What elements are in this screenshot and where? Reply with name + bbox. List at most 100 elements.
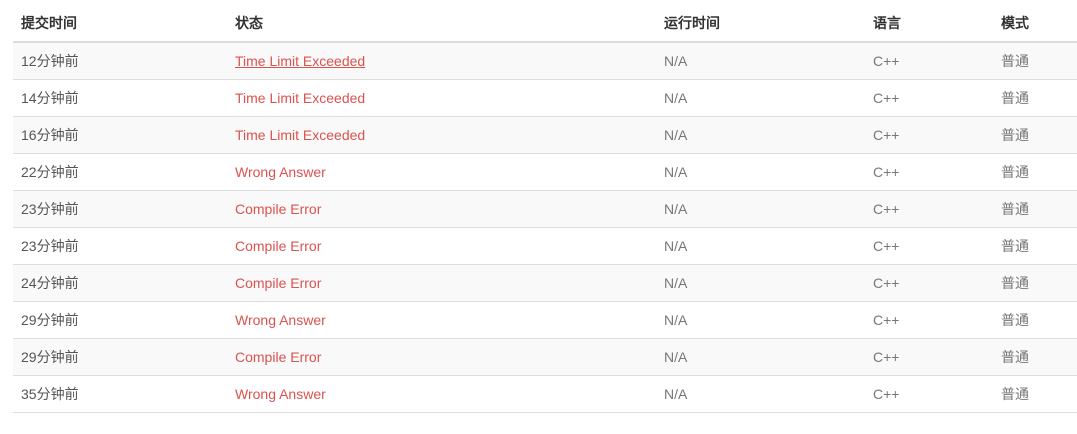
mode-cell: 普通 [993, 42, 1077, 80]
table-row: 29分钟前 Compile Error N/A C++ 普通 [13, 338, 1077, 376]
mode-value: 普通 [1001, 386, 1029, 402]
submissions-panel: 提交时间 状态 运行时间 语言 模式 12分钟前 Time Limit Exce… [13, 5, 1077, 413]
language-cell: C++ [865, 301, 993, 339]
language-value: C++ [873, 386, 900, 402]
submit-time: 29分钟前 [21, 349, 79, 365]
table-row: 35分钟前 Wrong Answer N/A C++ 普通 [13, 375, 1077, 413]
submit-time-cell: 29分钟前 [13, 301, 227, 339]
status-cell: Wrong Answer [227, 375, 656, 413]
submissions-table: 提交时间 状态 运行时间 语言 模式 12分钟前 Time Limit Exce… [13, 5, 1077, 413]
submit-time: 12分钟前 [21, 53, 79, 69]
language-value: C++ [873, 349, 900, 365]
runtime-value: N/A [664, 238, 688, 254]
language-value: C++ [873, 312, 900, 328]
table-body: 12分钟前 Time Limit Exceeded N/A C++ 普通 14分… [13, 42, 1077, 413]
language-cell: C++ [865, 264, 993, 302]
submit-time: 23分钟前 [21, 201, 79, 217]
header-runtime: 运行时间 [656, 5, 865, 43]
submit-time: 16分钟前 [21, 127, 79, 143]
runtime-value: N/A [664, 127, 688, 143]
runtime-value: N/A [664, 53, 688, 69]
header-language: 语言 [865, 5, 993, 43]
status-cell: Time Limit Exceeded [227, 79, 656, 117]
mode-cell: 普通 [993, 190, 1077, 228]
submit-time: 23分钟前 [21, 238, 79, 254]
status-link[interactable]: Wrong Answer [235, 164, 326, 180]
mode-value: 普通 [1001, 349, 1029, 365]
mode-value: 普通 [1001, 312, 1029, 328]
submit-time-cell: 14分钟前 [13, 79, 227, 117]
mode-cell: 普通 [993, 116, 1077, 154]
language-cell: C++ [865, 79, 993, 117]
table-row: 22分钟前 Wrong Answer N/A C++ 普通 [13, 153, 1077, 191]
status-link[interactable]: Time Limit Exceeded [235, 127, 365, 143]
status-cell: Compile Error [227, 227, 656, 265]
language-cell: C++ [865, 42, 993, 80]
runtime-cell: N/A [656, 190, 865, 228]
language-cell: C++ [865, 227, 993, 265]
submit-time-cell: 12分钟前 [13, 42, 227, 80]
runtime-cell: N/A [656, 153, 865, 191]
submit-time-cell: 29分钟前 [13, 338, 227, 376]
header-mode: 模式 [993, 5, 1077, 43]
submit-time-cell: 24分钟前 [13, 264, 227, 302]
mode-cell: 普通 [993, 338, 1077, 376]
status-link[interactable]: Compile Error [235, 349, 321, 365]
status-link[interactable]: Time Limit Exceeded [235, 53, 365, 69]
mode-cell: 普通 [993, 264, 1077, 302]
table-row: 16分钟前 Time Limit Exceeded N/A C++ 普通 [13, 116, 1077, 154]
status-cell: Time Limit Exceeded [227, 116, 656, 154]
language-cell: C++ [865, 338, 993, 376]
submit-time: 29分钟前 [21, 312, 79, 328]
status-link[interactable]: Time Limit Exceeded [235, 90, 365, 106]
submit-time-cell: 23分钟前 [13, 190, 227, 228]
runtime-cell: N/A [656, 301, 865, 339]
mode-value: 普通 [1001, 90, 1029, 106]
runtime-value: N/A [664, 349, 688, 365]
language-value: C++ [873, 53, 900, 69]
status-cell: Wrong Answer [227, 301, 656, 339]
runtime-value: N/A [664, 164, 688, 180]
status-cell: Wrong Answer [227, 153, 656, 191]
language-value: C++ [873, 127, 900, 143]
language-cell: C++ [865, 375, 993, 413]
mode-value: 普通 [1001, 238, 1029, 254]
submit-time-cell: 23分钟前 [13, 227, 227, 265]
runtime-value: N/A [664, 386, 688, 402]
status-link[interactable]: Compile Error [235, 275, 321, 291]
table-row: 23分钟前 Compile Error N/A C++ 普通 [13, 190, 1077, 228]
status-link[interactable]: Wrong Answer [235, 386, 326, 402]
table-row: 24分钟前 Compile Error N/A C++ 普通 [13, 264, 1077, 302]
header-submit-time: 提交时间 [13, 5, 227, 43]
submit-time-cell: 16分钟前 [13, 116, 227, 154]
mode-cell: 普通 [993, 153, 1077, 191]
mode-value: 普通 [1001, 127, 1029, 143]
status-cell: Compile Error [227, 264, 656, 302]
status-cell: Compile Error [227, 190, 656, 228]
language-value: C++ [873, 275, 900, 291]
language-value: C++ [873, 90, 900, 106]
runtime-value: N/A [664, 201, 688, 217]
runtime-cell: N/A [656, 116, 865, 154]
mode-value: 普通 [1001, 164, 1029, 180]
mode-cell: 普通 [993, 375, 1077, 413]
runtime-cell: N/A [656, 264, 865, 302]
table-header: 提交时间 状态 运行时间 语言 模式 [13, 5, 1077, 43]
status-link[interactable]: Compile Error [235, 201, 321, 217]
status-link[interactable]: Compile Error [235, 238, 321, 254]
table-row: 12分钟前 Time Limit Exceeded N/A C++ 普通 [13, 42, 1077, 80]
status-cell: Time Limit Exceeded [227, 42, 656, 80]
language-cell: C++ [865, 190, 993, 228]
language-cell: C++ [865, 116, 993, 154]
runtime-cell: N/A [656, 338, 865, 376]
status-link[interactable]: Wrong Answer [235, 312, 326, 328]
submit-time-cell: 35分钟前 [13, 375, 227, 413]
runtime-cell: N/A [656, 227, 865, 265]
language-value: C++ [873, 164, 900, 180]
runtime-cell: N/A [656, 42, 865, 80]
submit-time: 35分钟前 [21, 386, 79, 402]
submit-time-cell: 22分钟前 [13, 153, 227, 191]
runtime-value: N/A [664, 275, 688, 291]
language-value: C++ [873, 238, 900, 254]
runtime-cell: N/A [656, 375, 865, 413]
